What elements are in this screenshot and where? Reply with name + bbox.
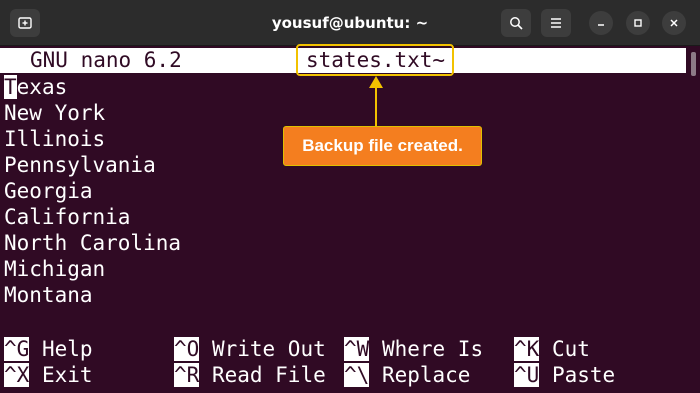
scrollbar[interactable] [691,52,696,76]
search-button[interactable] [501,9,531,37]
minimize-button[interactable] [589,11,613,35]
close-button[interactable] [662,11,686,35]
text-line: Michigan [4,257,106,281]
shortcut-help: ^G Help [4,337,93,361]
text-line: California [4,205,131,229]
hamburger-icon [551,18,561,28]
filename-highlight-box [296,44,454,76]
text-line: Illinois [4,127,106,151]
text-line: North Carolina [4,231,182,255]
shortcut-read-file: ^R Read File [174,363,326,387]
shortcut-write-out: ^O Write Out [174,337,326,361]
text-line: Georgia [4,179,93,203]
maximize-button[interactable] [626,11,650,35]
shortcut-replace: ^\ Replace [344,363,471,387]
arrow-line [375,84,377,126]
menu-button[interactable] [541,9,571,37]
shortcut-where-is: ^W Where Is [344,337,484,361]
search-icon [510,17,523,30]
text-line: Texas [4,75,68,99]
text-line: Pennsylvania [4,153,156,177]
nano-version: GNU nano 6.2 [30,48,182,72]
text-line: New York [4,101,106,125]
close-icon [670,19,678,27]
text-line: Montana [4,283,93,307]
title-bar: yousuf@ubuntu: ~ [0,0,700,46]
shortcut-cut: ^K Cut [514,337,590,361]
text-cursor: T [4,75,17,99]
shortcut-paste: ^U Paste [514,363,616,387]
annotation-callout: Backup file created. [283,126,482,166]
maximize-icon [634,19,642,27]
minimize-icon [598,24,604,26]
terminal-area[interactable]: GNU nano 6.2 states.txt~ Texas New York … [0,46,700,393]
shortcut-exit: ^X Exit [4,363,93,387]
